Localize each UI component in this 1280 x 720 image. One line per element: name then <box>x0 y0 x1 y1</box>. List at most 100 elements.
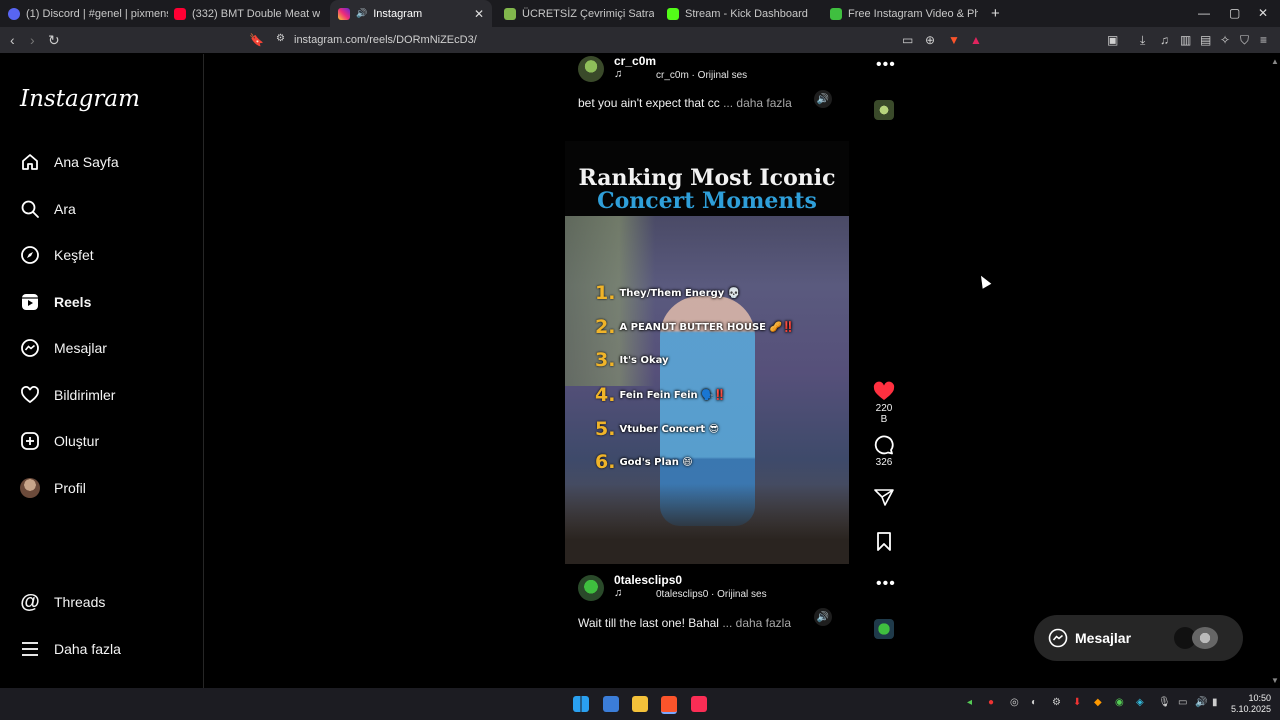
sidebar-item-more[interactable]: Daha fazla <box>20 639 121 659</box>
sidebar-item-threads[interactable]: @ Threads <box>20 590 105 613</box>
wallet-icon[interactable]: ▤ <box>1200 33 1211 47</box>
zoom-icon[interactable]: ⊕ <box>925 33 935 47</box>
tab-kick[interactable]: Stream - Kick Dashboard <box>667 0 817 27</box>
reel-video[interactable]: 1. They/Them Energy 💀 2. A PEANUT BUTTER… <box>565 216 849 564</box>
ranking-item: 6. God's Plan 😄 <box>595 451 693 473</box>
sidebar-item-create[interactable]: Oluştur <box>20 431 99 451</box>
threads-icon: @ <box>20 590 40 613</box>
downloads-icon[interactable]: ⤓ <box>1140 33 1145 48</box>
tray-icon[interactable]: ◂ <box>967 697 972 708</box>
more-options-icon[interactable]: ••• <box>876 575 896 593</box>
more-link[interactable]: ... daha fazla <box>722 616 791 630</box>
media-icon[interactable]: ♫ <box>1160 33 1169 47</box>
more-options-icon[interactable]: ••• <box>876 56 896 74</box>
tray-icon[interactable]: ◐ <box>1031 697 1037 708</box>
audio-label[interactable]: cr_c0m · Orijinal ses <box>656 70 747 81</box>
avatar[interactable] <box>578 56 604 82</box>
sidebar-item-explore[interactable]: Keşfet <box>20 245 94 265</box>
volume-icon[interactable]: 🔊 <box>1195 697 1207 708</box>
sidebar-item-label: Reels <box>54 294 92 310</box>
cast-icon[interactable]: ▭ <box>902 33 913 47</box>
minimize-button[interactable]: — <box>1198 6 1210 20</box>
tray-icon[interactable]: ● <box>988 697 994 708</box>
brave-shield-icon[interactable]: ▼ <box>948 33 960 47</box>
tab-discord[interactable]: (1) Discord | #genel | pixmens <box>8 0 168 27</box>
widgets-icon[interactable] <box>603 696 619 712</box>
back-button[interactable]: ‹ <box>10 32 15 48</box>
share-button[interactable] <box>872 488 896 506</box>
sidebar-item-reels[interactable]: Reels <box>20 292 91 312</box>
more-link[interactable]: ... daha fazla <box>723 96 792 110</box>
new-tab-button[interactable]: + <box>991 0 1005 27</box>
address-bar[interactable]: instagram.com/reels/DORmNiZEcD3/ <box>294 34 477 46</box>
like-button[interactable]: 220 B <box>872 381 896 425</box>
microphone-icon[interactable]: 🎙 <box>1158 697 1171 708</box>
tab-youtube[interactable]: (332) BMT Double Meat w/ Bacon - Y <box>174 0 320 27</box>
save-button[interactable] <box>872 532 896 551</box>
brave-browser-icon[interactable] <box>661 696 677 714</box>
messages-floating-button[interactable]: Mesajlar <box>1034 615 1243 661</box>
send-icon <box>874 489 894 506</box>
instagram-icon <box>338 7 350 20</box>
forward-button[interactable]: › <box>30 32 35 48</box>
kick-icon <box>667 7 679 20</box>
tab-chess[interactable]: ÜCRETSİZ Çevrimiçi Satranç Oynayın <box>504 0 654 27</box>
vpn-icon[interactable]: ⛉ <box>1240 33 1249 48</box>
sidebar-item-notifications[interactable]: Bildirimler <box>20 385 115 405</box>
volume-icon[interactable]: 🔊 <box>814 90 832 108</box>
tab-search-icon[interactable]: ▣ <box>1107 33 1118 47</box>
leo-ai-icon[interactable]: ✧ <box>1220 33 1230 47</box>
tray-icon[interactable]: ◉ <box>1115 697 1124 708</box>
music-app-icon[interactable] <box>691 696 707 712</box>
avatar[interactable] <box>578 575 604 601</box>
tray-icon[interactable]: ◈ <box>1136 697 1144 708</box>
mouse-cursor-icon <box>976 273 992 289</box>
close-window-button[interactable]: ✕ <box>1258 6 1268 20</box>
audio-label[interactable]: 0talesclips0 · Orijinal ses <box>656 589 767 600</box>
sidebar-item-label: Mesajlar <box>54 340 107 356</box>
audio-thumbnail[interactable] <box>874 100 894 120</box>
sidebar-item-messages[interactable]: Mesajlar <box>20 338 107 358</box>
comment-button[interactable]: 326 <box>872 435 896 468</box>
tab-label: ÜCRETSİZ Çevrimiçi Satranç Oynayın <box>522 7 654 20</box>
sidebar-item-label: Daha fazla <box>54 641 121 657</box>
sidebar-icon[interactable]: ▥ <box>1180 33 1191 47</box>
username[interactable]: cr_c0m <box>614 54 656 68</box>
system-clock[interactable]: 10:50 5.10.2025 <box>1231 693 1271 715</box>
tray-icon[interactable]: ◎ <box>1010 697 1019 708</box>
sidebar-item-label: Ara <box>54 201 76 217</box>
sidebar-item-home[interactable]: Ana Sayfa <box>20 152 119 172</box>
heart-icon <box>20 385 40 405</box>
windows-start-icon[interactable] <box>573 696 589 712</box>
tray-icon[interactable]: ◆ <box>1094 697 1102 708</box>
tab-instagram[interactable]: 🔊 Instagram ✕ <box>330 0 492 27</box>
volume-icon[interactable]: 🔊 <box>814 608 832 626</box>
close-tab-icon[interactable]: ✕ <box>474 7 484 21</box>
tray-icon[interactable]: ⬇ <box>1073 697 1081 708</box>
scroll-up-icon[interactable]: ▲ <box>1271 57 1279 66</box>
brave-rewards-icon[interactable]: ▲ <box>970 33 982 47</box>
tray-icon[interactable]: ⚙ <box>1052 697 1061 708</box>
battery-icon[interactable]: ▮ <box>1212 697 1218 708</box>
scroll-down-icon[interactable]: ▼ <box>1271 676 1279 685</box>
sidebar-item-profile[interactable]: Profil <box>20 478 86 498</box>
sidebar-item-search[interactable]: Ara <box>20 199 76 219</box>
bookmark-icon[interactable]: 🔖 <box>249 33 264 47</box>
site-settings-icon[interactable]: ⚙ <box>276 33 285 44</box>
clock-date: 5.10.2025 <box>1231 704 1272 714</box>
maximize-button[interactable]: ▢ <box>1229 6 1240 20</box>
audio-thumbnail[interactable] <box>874 619 894 639</box>
tab-label: Free Instagram Video & Photo Down <box>848 7 978 20</box>
reload-button[interactable]: ↻ <box>48 32 60 49</box>
tab-downloader[interactable]: Free Instagram Video & Photo Down <box>830 0 978 27</box>
plus-square-icon <box>20 431 40 451</box>
network-icon[interactable]: ▭ <box>1178 697 1187 708</box>
music-note-icon: ♫ <box>614 587 623 599</box>
instagram-logo[interactable]: Instagram <box>20 86 140 112</box>
page-scrollbar[interactable]: ▲ ▼ <box>1270 54 1280 688</box>
file-explorer-icon[interactable] <box>632 696 648 712</box>
tab-label: (332) BMT Double Meat w/ Bacon - Y <box>192 7 320 20</box>
windows-taskbar: ◂ ● ◎ ◐ ⚙ ⬇ ◆ ◉ ◈ 🎙 ▭ 🔊 ▮ 10:50 5.10.202… <box>0 688 1280 720</box>
username[interactable]: 0talesclips0 <box>614 573 682 587</box>
menu-icon[interactable]: ≡ <box>1260 33 1267 47</box>
